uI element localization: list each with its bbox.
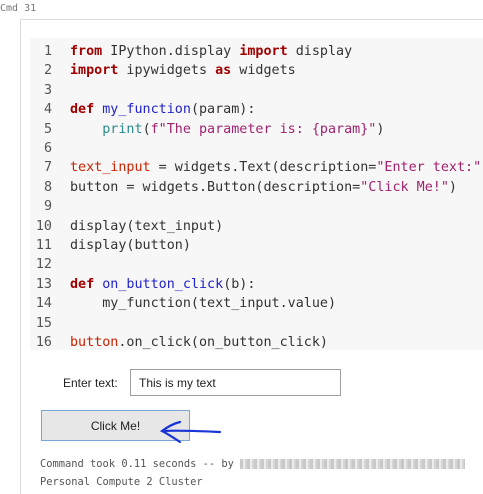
line-content: display(text_input) xyxy=(70,217,223,236)
command-took-text: Command took 0.11 seconds -- by xyxy=(40,458,234,470)
line-content: button.on_click(on_button_click) xyxy=(70,333,328,352)
code-token: button xyxy=(70,335,119,350)
line-number: 16 xyxy=(35,335,52,350)
code-token: ) xyxy=(376,121,385,137)
code-token: from xyxy=(70,44,103,59)
line-number: 14 xyxy=(35,296,52,312)
code-token: my_function(text_input.value) xyxy=(70,296,337,312)
code-token: display(text_input) xyxy=(70,218,224,234)
cell-command-label: Cmd 31 xyxy=(0,3,37,14)
code-editor[interactable]: 1 from IPython.display import display 2 imp… xyxy=(30,38,483,350)
code-token: "Enter text:" xyxy=(376,160,482,176)
code-token: ) xyxy=(448,179,457,195)
line-number: 7 xyxy=(43,160,52,176)
line-number: 1 xyxy=(43,44,52,59)
line-content: display(button) xyxy=(70,236,191,255)
code-token: IPython.display xyxy=(102,44,240,59)
code-token: f"The parameter is: {param}" xyxy=(150,121,377,137)
line-number: 12 xyxy=(35,257,52,273)
code-token: ipywidgets xyxy=(118,63,216,79)
redacted-user-email xyxy=(240,459,466,469)
line-number: 13 xyxy=(35,276,52,292)
cluster-name: Personal Compute 2 Cluster xyxy=(40,476,203,488)
line-number: 4 xyxy=(43,102,52,118)
code-token: my_function xyxy=(102,102,191,118)
line-number: 15 xyxy=(35,315,52,331)
code-token: def xyxy=(70,102,95,118)
line-number: 5 xyxy=(43,121,52,137)
line-number: 11 xyxy=(35,238,52,253)
line-content: def on_button_click(b): xyxy=(70,275,255,294)
line-number: 10 xyxy=(35,218,52,234)
line-number: 3 xyxy=(43,82,52,98)
line-content: button = widgets.Button(description="Cli… xyxy=(70,178,457,197)
line-content: from IPython.display import display xyxy=(70,42,352,61)
code-token: .on_click(on_button_click) xyxy=(118,335,328,350)
code-token: widgets xyxy=(231,63,296,79)
text-input-label: Enter text: xyxy=(63,376,118,390)
code-token: display(button) xyxy=(70,238,191,253)
code-token: as xyxy=(215,63,232,79)
code-token: (param): xyxy=(190,102,256,118)
line-number: 2 xyxy=(43,63,52,79)
line-content: my_function(text_input.value) xyxy=(70,294,336,313)
line-content: print(f"The parameter is: {param}") xyxy=(70,120,384,139)
line-number: 6 xyxy=(43,141,52,156)
line-content: def my_function(param): xyxy=(70,100,255,119)
line-number: 8 xyxy=(43,179,52,195)
code-token: def xyxy=(70,276,95,292)
code-token: ( xyxy=(142,121,151,137)
code-token: text_input xyxy=(70,160,151,176)
code-token: import xyxy=(239,44,288,59)
code-token: "Click Me!" xyxy=(360,179,449,195)
code-token: import xyxy=(70,63,119,79)
enter-text-input[interactable] xyxy=(130,369,341,396)
code-token: display xyxy=(287,44,353,59)
code-token: (b): xyxy=(223,276,256,292)
code-token: on_button_click xyxy=(102,276,224,292)
code-token: = widgets.Text(description= xyxy=(150,160,377,176)
line-number: 9 xyxy=(43,199,52,215)
line-content: import ipywidgets as widgets xyxy=(70,61,296,80)
line-content: text_input = widgets.Text(description="E… xyxy=(70,158,483,177)
code-token: print xyxy=(102,121,143,137)
hand-drawn-arrow-annotation xyxy=(159,420,222,444)
code-token: button = widgets.Button(description= xyxy=(70,179,361,195)
command-status-line: Command took 0.11 seconds -- by xyxy=(40,458,466,470)
